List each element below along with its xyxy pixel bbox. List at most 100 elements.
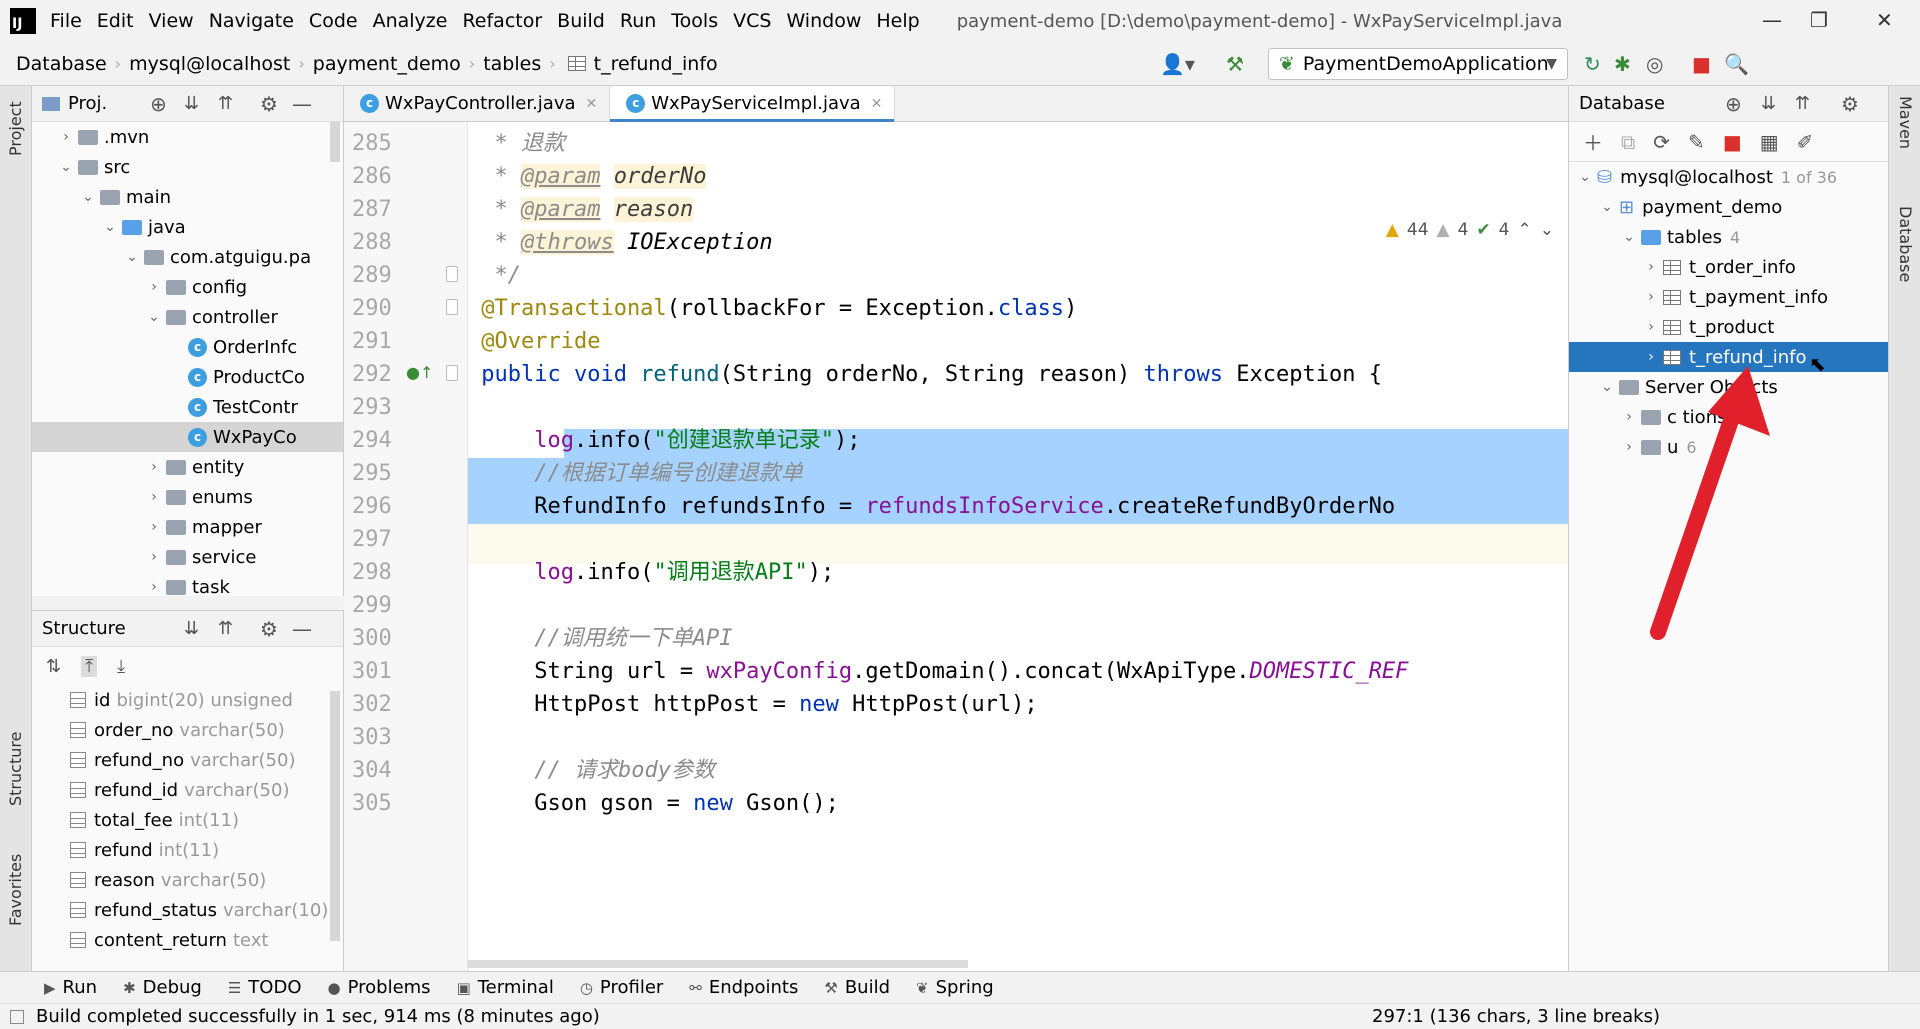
chevron-right-icon[interactable]: ›: [1643, 319, 1659, 335]
inspection-widget[interactable]: ▲ 44 ▲ 4 ✔ 4 ⌃ ⌄: [1385, 220, 1554, 240]
menu-help[interactable]: Help: [876, 10, 919, 32]
project-tree-item[interactable]: › .mvn: [32, 122, 343, 152]
stop-icon[interactable]: ■: [1692, 52, 1711, 76]
tool-window-debug[interactable]: ✱ Debug: [123, 977, 202, 998]
chevron-down-icon[interactable]: ⌄: [102, 219, 118, 235]
show-inherited-icon[interactable]: ⤒: [81, 655, 98, 677]
breadcrumb-database[interactable]: Database: [16, 53, 107, 75]
menu-code[interactable]: Code: [309, 10, 358, 32]
database-tree-item[interactable]: ⌄ ⛁ mysql@localhost 1 of 36: [1569, 162, 1888, 192]
collapse-all-icon[interactable]: ⇈: [218, 93, 233, 114]
chevron-right-icon[interactable]: ›: [146, 459, 162, 475]
previous-highlight-icon[interactable]: ⌃: [1518, 220, 1532, 240]
project-tree-item[interactable]: ⌄ java: [32, 212, 343, 242]
user-icon[interactable]: 👤▾: [1160, 52, 1195, 76]
project-tree-item[interactable]: › task: [32, 572, 343, 602]
scrollbar-thumb[interactable]: [330, 122, 340, 162]
breadcrumb-connection[interactable]: mysql@localhost: [129, 53, 290, 75]
structure-field[interactable]: content_return text: [32, 925, 343, 955]
rerun-icon[interactable]: ↻: [1584, 52, 1601, 76]
tool-window-terminal[interactable]: ▣ Terminal: [457, 977, 554, 998]
tool-window-spring[interactable]: ❦ Spring: [916, 977, 994, 998]
show-fields-icon[interactable]: ⤓: [117, 656, 125, 677]
structure-field[interactable]: order_no varchar(50): [32, 715, 343, 745]
menu-analyze[interactable]: Analyze: [373, 10, 448, 32]
chevron-right-icon[interactable]: ›: [146, 519, 162, 535]
menu-window[interactable]: Window: [786, 10, 861, 32]
tool-window-run[interactable]: ▶ Run: [44, 977, 97, 998]
run-configuration-select[interactable]: ❦ PaymentDemoApplication ▼: [1268, 48, 1568, 80]
project-tool-tab[interactable]: Project: [6, 101, 25, 156]
fold-marker-icon[interactable]: [446, 266, 458, 282]
chevron-right-icon[interactable]: ›: [146, 489, 162, 505]
maven-tool-tab[interactable]: Maven: [1896, 96, 1915, 149]
override-method-icon[interactable]: ●↑: [406, 363, 433, 382]
tool-window-todo[interactable]: ☰ TODO: [228, 977, 302, 998]
menu-run[interactable]: Run: [620, 10, 656, 32]
chevron-right-icon[interactable]: ›: [58, 129, 74, 145]
tool-window-problems[interactable]: ● Problems: [328, 977, 431, 998]
project-tree-item[interactable]: ⌄ main: [32, 182, 343, 212]
code-area[interactable]: * 退款 * @param orderNo * @param reason * …: [468, 122, 1568, 971]
expand-all-icon[interactable]: ⇊: [184, 618, 199, 639]
menu-navigate[interactable]: Navigate: [209, 10, 294, 32]
expand-all-icon[interactable]: ⇊: [184, 93, 199, 114]
tool-window-build[interactable]: ⚒ Build: [824, 977, 890, 998]
structure-field[interactable]: refund_no varchar(50): [32, 745, 343, 775]
gear-icon[interactable]: ⚙: [1841, 92, 1859, 116]
chevron-down-icon[interactable]: ⌄: [58, 159, 74, 175]
database-tree-item[interactable]: ⌄ ⊞ payment_demo: [1569, 192, 1888, 222]
gear-icon[interactable]: ⚙: [260, 617, 278, 641]
project-tree-item[interactable]: › enums: [32, 482, 343, 512]
structure-field[interactable]: total_fee int(11): [32, 805, 343, 835]
coverage-icon[interactable]: ◎: [1646, 52, 1663, 76]
hide-panel-icon[interactable]: —: [292, 617, 312, 641]
breadcrumb-tables[interactable]: tables: [483, 53, 541, 75]
database-tree-item[interactable]: ⌄ tables 4: [1569, 222, 1888, 252]
structure-field[interactable]: refund int(11): [32, 835, 343, 865]
close-tab-icon[interactable]: ✕: [871, 96, 883, 112]
breadcrumb-table[interactable]: t_refund_info: [594, 53, 718, 75]
menu-refactor[interactable]: Refactor: [462, 10, 542, 32]
status-message[interactable]: Build completed successfully in 1 sec, 9…: [36, 1006, 600, 1027]
menu-build[interactable]: Build: [557, 10, 605, 32]
chevron-down-icon[interactable]: ⌄: [1621, 229, 1637, 245]
chevron-right-icon[interactable]: ›: [1643, 289, 1659, 305]
expand-all-icon[interactable]: ⇊: [1761, 93, 1776, 114]
project-tree-item[interactable]: › config: [32, 272, 343, 302]
chevron-down-icon[interactable]: ⌄: [1599, 379, 1615, 395]
chevron-right-icon[interactable]: ›: [146, 279, 162, 295]
menu-view[interactable]: View: [149, 10, 194, 32]
favorites-tool-tab[interactable]: Favorites: [6, 854, 25, 926]
properties-icon[interactable]: ✎: [1688, 130, 1705, 154]
menu-file[interactable]: File: [50, 10, 82, 32]
database-tree-item[interactable]: › t_order_info: [1569, 252, 1888, 282]
sort-alpha-icon[interactable]: ⇅: [46, 656, 61, 677]
structure-field[interactable]: refund_status varchar(10): [32, 895, 343, 925]
collapse-all-icon[interactable]: ⇈: [1795, 93, 1810, 114]
project-tree-item[interactable]: › mapper: [32, 512, 343, 542]
structure-field[interactable]: reason varchar(50): [32, 865, 343, 895]
caret-position[interactable]: 297:1 (136 chars, 3 line breaks): [1372, 1006, 1660, 1027]
scrollbar-thumb[interactable]: [330, 691, 340, 941]
collapse-all-icon[interactable]: ⇈: [218, 618, 233, 639]
chevron-down-icon[interactable]: ⌄: [1577, 169, 1593, 185]
project-tree-item[interactable]: ⌄ controller: [32, 302, 343, 332]
structure-tool-tab[interactable]: Structure: [6, 732, 25, 806]
refresh-icon[interactable]: ⟳: [1653, 130, 1670, 154]
hammer-icon[interactable]: ⚒: [1226, 52, 1244, 76]
stop-icon[interactable]: ■: [1723, 130, 1742, 154]
minimize-icon[interactable]: —: [1762, 8, 1782, 32]
menu-vcs[interactable]: VCS: [733, 10, 771, 32]
project-tree-item[interactable]: c ProductCo: [32, 362, 343, 392]
menu-tools[interactable]: Tools: [671, 10, 718, 32]
search-icon[interactable]: 🔍: [1724, 52, 1749, 76]
next-highlight-icon[interactable]: ⌄: [1540, 220, 1554, 240]
database-tool-tab[interactable]: Database: [1896, 206, 1915, 282]
structure-field[interactable]: refund_id varchar(50): [32, 775, 343, 805]
locate-icon[interactable]: ⊕: [1725, 92, 1742, 116]
edit-icon[interactable]: ✐: [1797, 130, 1814, 154]
project-tree-item[interactable]: ⌄ src: [32, 152, 343, 182]
fold-marker-icon[interactable]: [446, 299, 458, 315]
chevron-down-icon[interactable]: ⌄: [1599, 199, 1615, 215]
